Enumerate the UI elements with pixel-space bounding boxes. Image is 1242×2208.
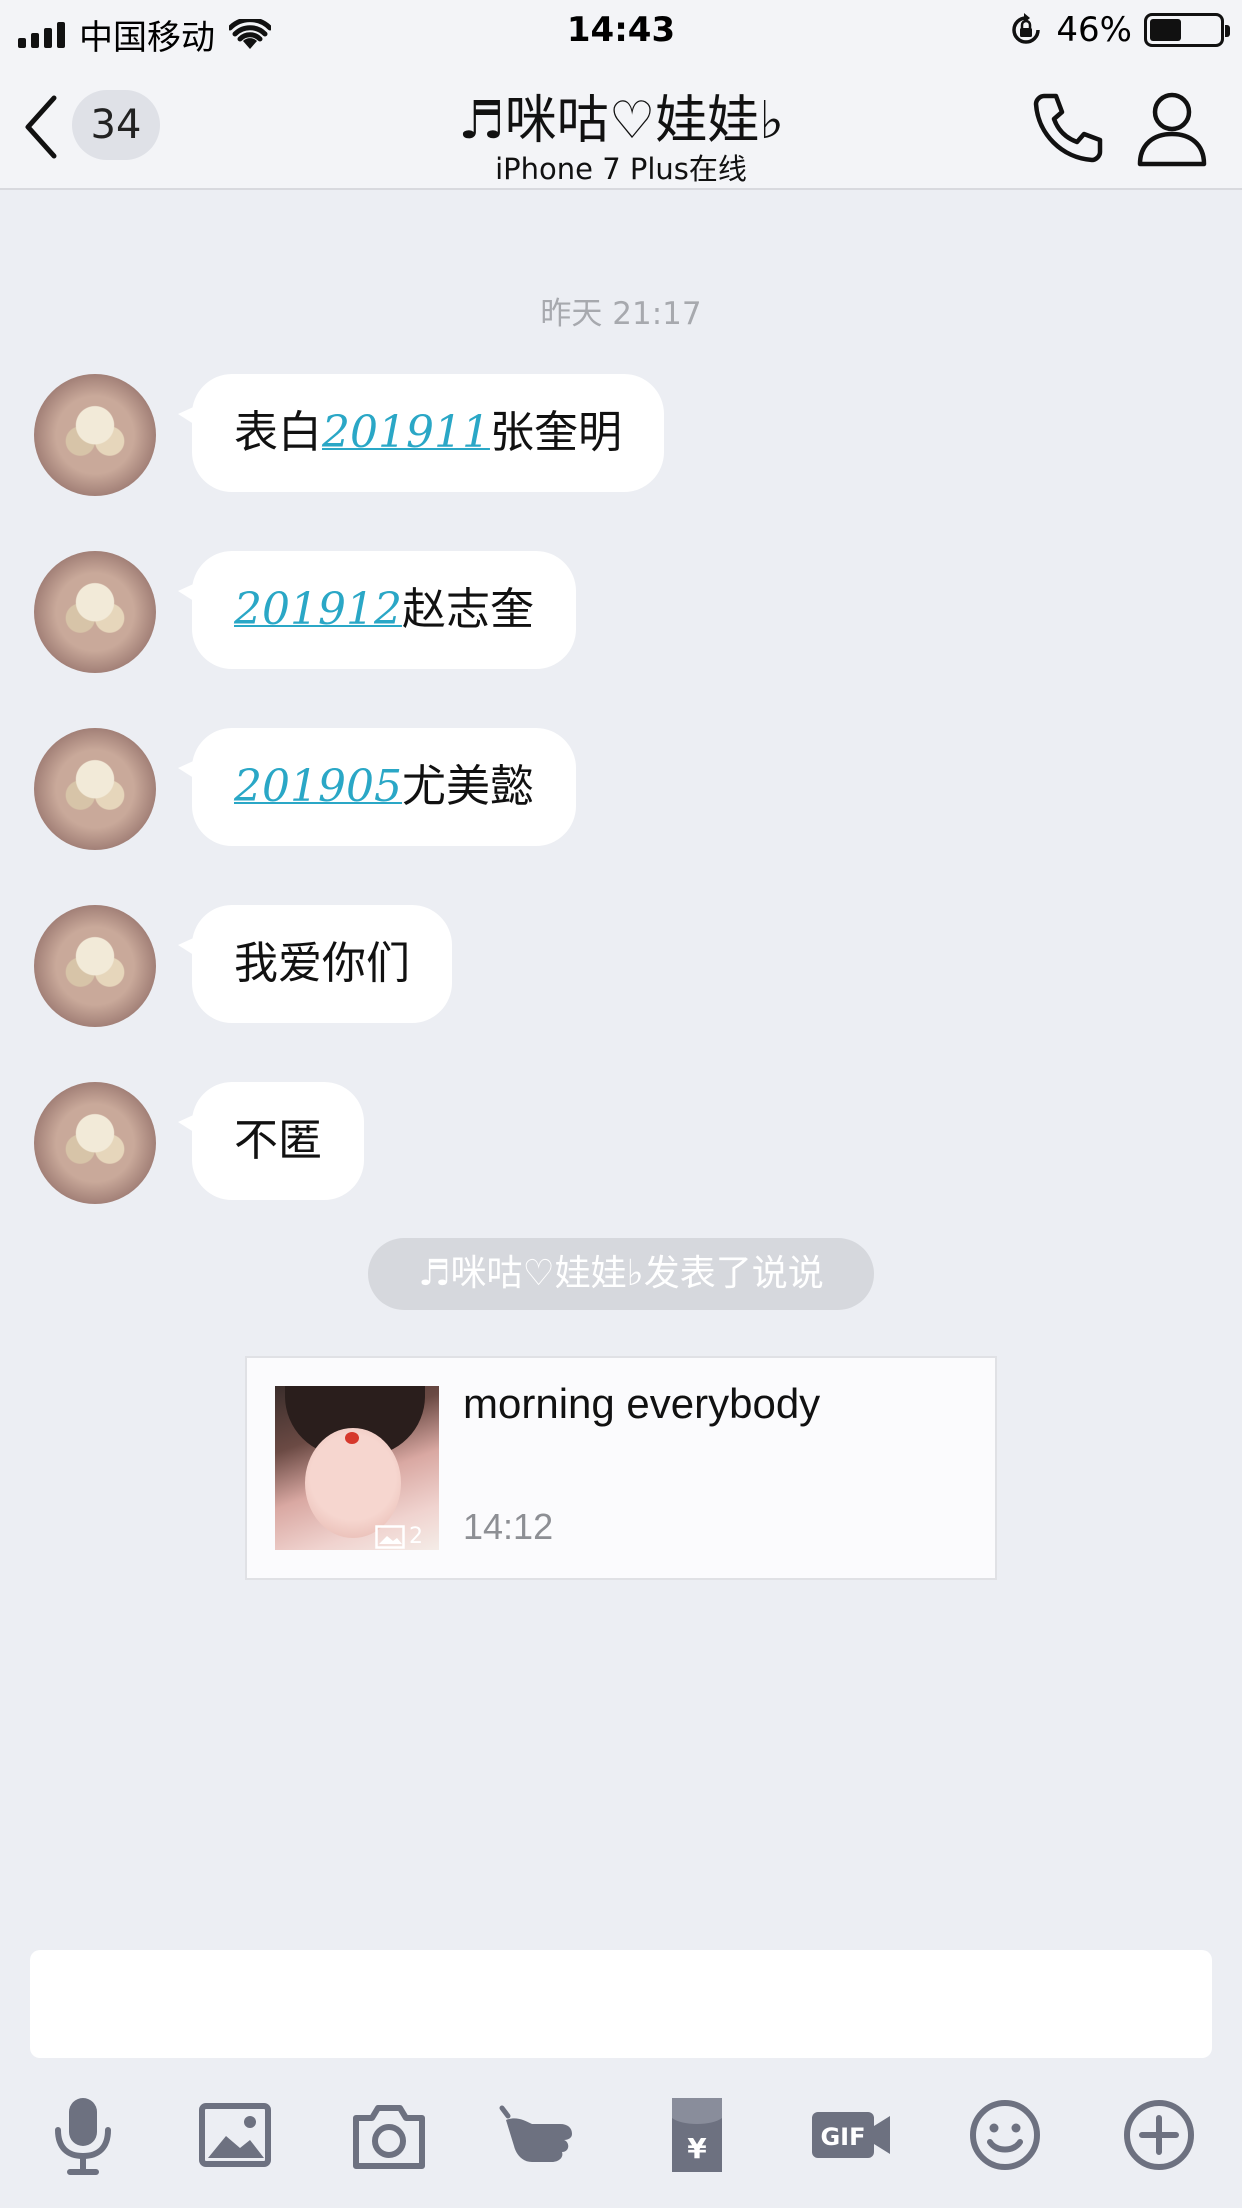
- message-text: 不匿: [234, 1115, 322, 1166]
- message-text: 张奎明: [489, 407, 622, 458]
- message-row: 我爱你们: [0, 905, 1242, 1027]
- message-link[interactable]: 201911: [322, 407, 490, 458]
- emoji-icon[interactable]: [960, 2090, 1050, 2180]
- message-bubble[interactable]: 不匿: [178, 1082, 364, 1200]
- poke-icon[interactable]: [498, 2090, 588, 2180]
- profile-icon[interactable]: [1134, 88, 1210, 168]
- thumbnail-face: [305, 1428, 401, 1538]
- status-bar: 中国移动 14:43 46%: [0, 0, 1242, 62]
- chat-header: 34 ♬咪咕♡娃娃♭ iPhone 7 Plus在线: [0, 62, 1242, 190]
- post-card[interactable]: 2 morning everybody 14:12: [245, 1356, 997, 1580]
- phone-call-icon[interactable]: [1030, 90, 1106, 166]
- camera-icon[interactable]: [344, 2090, 434, 2180]
- image-count: 2: [409, 1524, 423, 1549]
- battery-icon: [1144, 13, 1230, 47]
- battery-percent: 46%: [1056, 10, 1132, 50]
- message-text: 尤美懿: [401, 761, 534, 812]
- message-text: 表白: [234, 407, 322, 458]
- image-count-badge: 2: [375, 1524, 423, 1549]
- post-time: 14:12: [463, 1506, 554, 1547]
- plus-icon[interactable]: [1114, 2090, 1204, 2180]
- message-link[interactable]: 201912: [234, 584, 402, 635]
- message-bubble[interactable]: 表白201911张奎明: [178, 374, 664, 492]
- red-packet-icon[interactable]: ¥: [652, 2090, 742, 2180]
- rotation-lock-icon: [1012, 13, 1041, 44]
- message-row: 不匿: [0, 1082, 1242, 1204]
- message-bubble[interactable]: 201912赵志奎: [178, 551, 576, 669]
- message-bubble[interactable]: 201905尤美懿: [178, 728, 576, 846]
- message-link[interactable]: 201905: [234, 761, 402, 812]
- message-bubble[interactable]: 我爱你们: [178, 905, 452, 1023]
- svg-text:¥: ¥: [687, 2132, 707, 2165]
- contact-avatar[interactable]: [34, 1082, 156, 1204]
- thumbnail-nose: [345, 1432, 359, 1444]
- svg-text:GIF: GIF: [820, 2123, 865, 2151]
- input-toolbar: ¥ GIF: [0, 2090, 1242, 2180]
- gif-icon[interactable]: GIF: [806, 2090, 896, 2180]
- contact-avatar[interactable]: [34, 551, 156, 673]
- battery-fill: [1150, 19, 1182, 41]
- contact-avatar[interactable]: [34, 374, 156, 496]
- message-text: 我爱你们: [234, 938, 410, 989]
- system-notice[interactable]: ♬咪咕♡娃娃♭发表了说说: [368, 1238, 874, 1310]
- message-row: 201912赵志奎: [0, 551, 1242, 673]
- image-icon: [375, 1524, 405, 1549]
- microphone-icon[interactable]: [38, 2090, 128, 2180]
- post-title: morning everybody: [463, 1380, 821, 1427]
- chat-timestamp: 昨天 21:17: [540, 296, 702, 332]
- message-row: 表白201911张奎明: [0, 374, 1242, 496]
- contact-avatar[interactable]: [34, 728, 156, 850]
- contact-avatar[interactable]: [34, 905, 156, 1027]
- message-row: 201905尤美懿: [0, 728, 1242, 850]
- image-icon[interactable]: [190, 2090, 280, 2180]
- message-input[interactable]: [30, 1950, 1212, 2058]
- post-thumbnail: 2: [275, 1386, 439, 1550]
- message-text: 赵志奎: [401, 584, 534, 635]
- status-right: 46%: [1008, 10, 1230, 50]
